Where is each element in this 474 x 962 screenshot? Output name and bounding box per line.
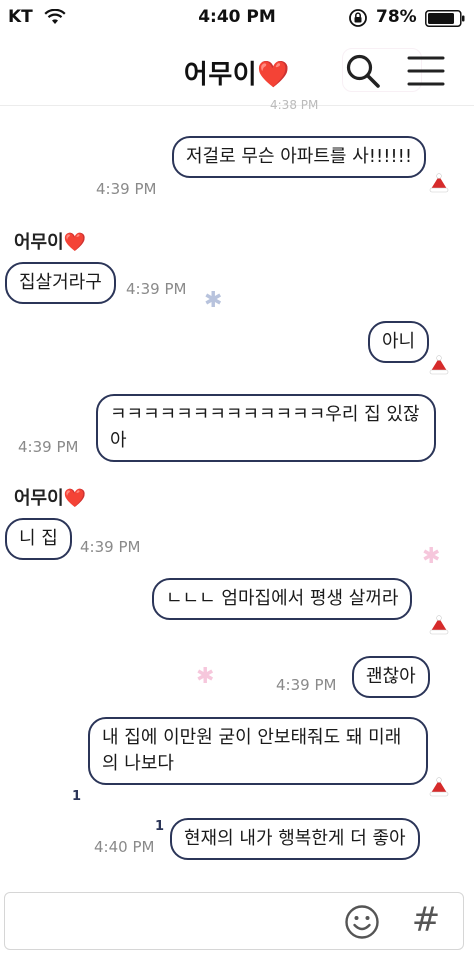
status-bar: KT 4:40 PM 78% xyxy=(0,0,474,36)
hamburger-menu-icon[interactable] xyxy=(406,54,446,88)
message-timestamp: 4:39 PM xyxy=(18,438,79,456)
chat-screen: KT 4:40 PM 78% 어무이❤️ 4:38 PM 저걸로 무슨 아파트를… xyxy=(0,0,474,962)
my-message-bubble[interactable]: ㄴㄴㄴ 엄마집에서 평생 살꺼라 xyxy=(152,578,413,620)
sender-name: 어무이❤️ xyxy=(14,232,87,253)
chat-header: 어무이❤️ xyxy=(0,38,474,106)
my-message-bubble[interactable]: 현재의 내가 행복한게 더 좋아 xyxy=(170,818,420,860)
chat-title: 어무이❤️ xyxy=(183,60,291,90)
message-timestamp: 4:40 PM xyxy=(94,838,155,856)
sender-name: 어무이❤️ xyxy=(14,488,87,509)
hashtag-button[interactable]: # xyxy=(408,900,444,940)
message-timestamp: 4:39 PM xyxy=(80,538,141,556)
message-input-bar xyxy=(0,886,474,962)
snowflake-icon: ✱ xyxy=(204,288,223,313)
unread-count: 1 xyxy=(72,789,82,804)
my-message-bubble[interactable]: 내 집에 이만원 굳이 안보태줘도 돼 미래의 나보다 xyxy=(88,717,428,785)
my-message-bubble[interactable]: 아니 xyxy=(368,321,430,363)
my-message-bubble[interactable]: ㅋㅋㅋㅋㅋㅋㅋㅋㅋㅋㅋㅋㅋ우리 집 있잖아 xyxy=(96,394,436,462)
message-timestamp: 4:39 PM xyxy=(96,180,157,198)
my-message-bubble[interactable]: 괜찮아 xyxy=(352,656,430,698)
battery-icon xyxy=(425,10,465,27)
unread-count: 1 xyxy=(155,819,165,834)
santa-hat-icon xyxy=(429,173,449,193)
my-message-bubble[interactable]: 저걸로 무슨 아파트를 사!!!!!! xyxy=(172,136,427,178)
snowflake-icon: ✱ xyxy=(196,664,215,689)
santa-hat-icon xyxy=(429,777,449,797)
santa-hat-icon xyxy=(429,355,449,375)
emoji-icon[interactable] xyxy=(344,904,380,940)
message-timestamp: 4:39 PM xyxy=(126,280,187,298)
faded-timestamp: 4:38 PM xyxy=(270,98,319,112)
search-icon[interactable] xyxy=(344,52,382,90)
their-message-bubble[interactable]: 집살거라구 xyxy=(5,262,116,304)
battery-percent: 78% xyxy=(376,7,417,27)
santa-hat-icon xyxy=(429,615,449,635)
their-message-bubble[interactable]: 니 집 xyxy=(5,518,72,560)
snowflake-icon: ✱ xyxy=(422,544,441,569)
message-input[interactable] xyxy=(4,892,464,950)
rotation-lock-icon xyxy=(349,9,367,27)
message-timestamp: 4:39 PM xyxy=(276,676,337,694)
